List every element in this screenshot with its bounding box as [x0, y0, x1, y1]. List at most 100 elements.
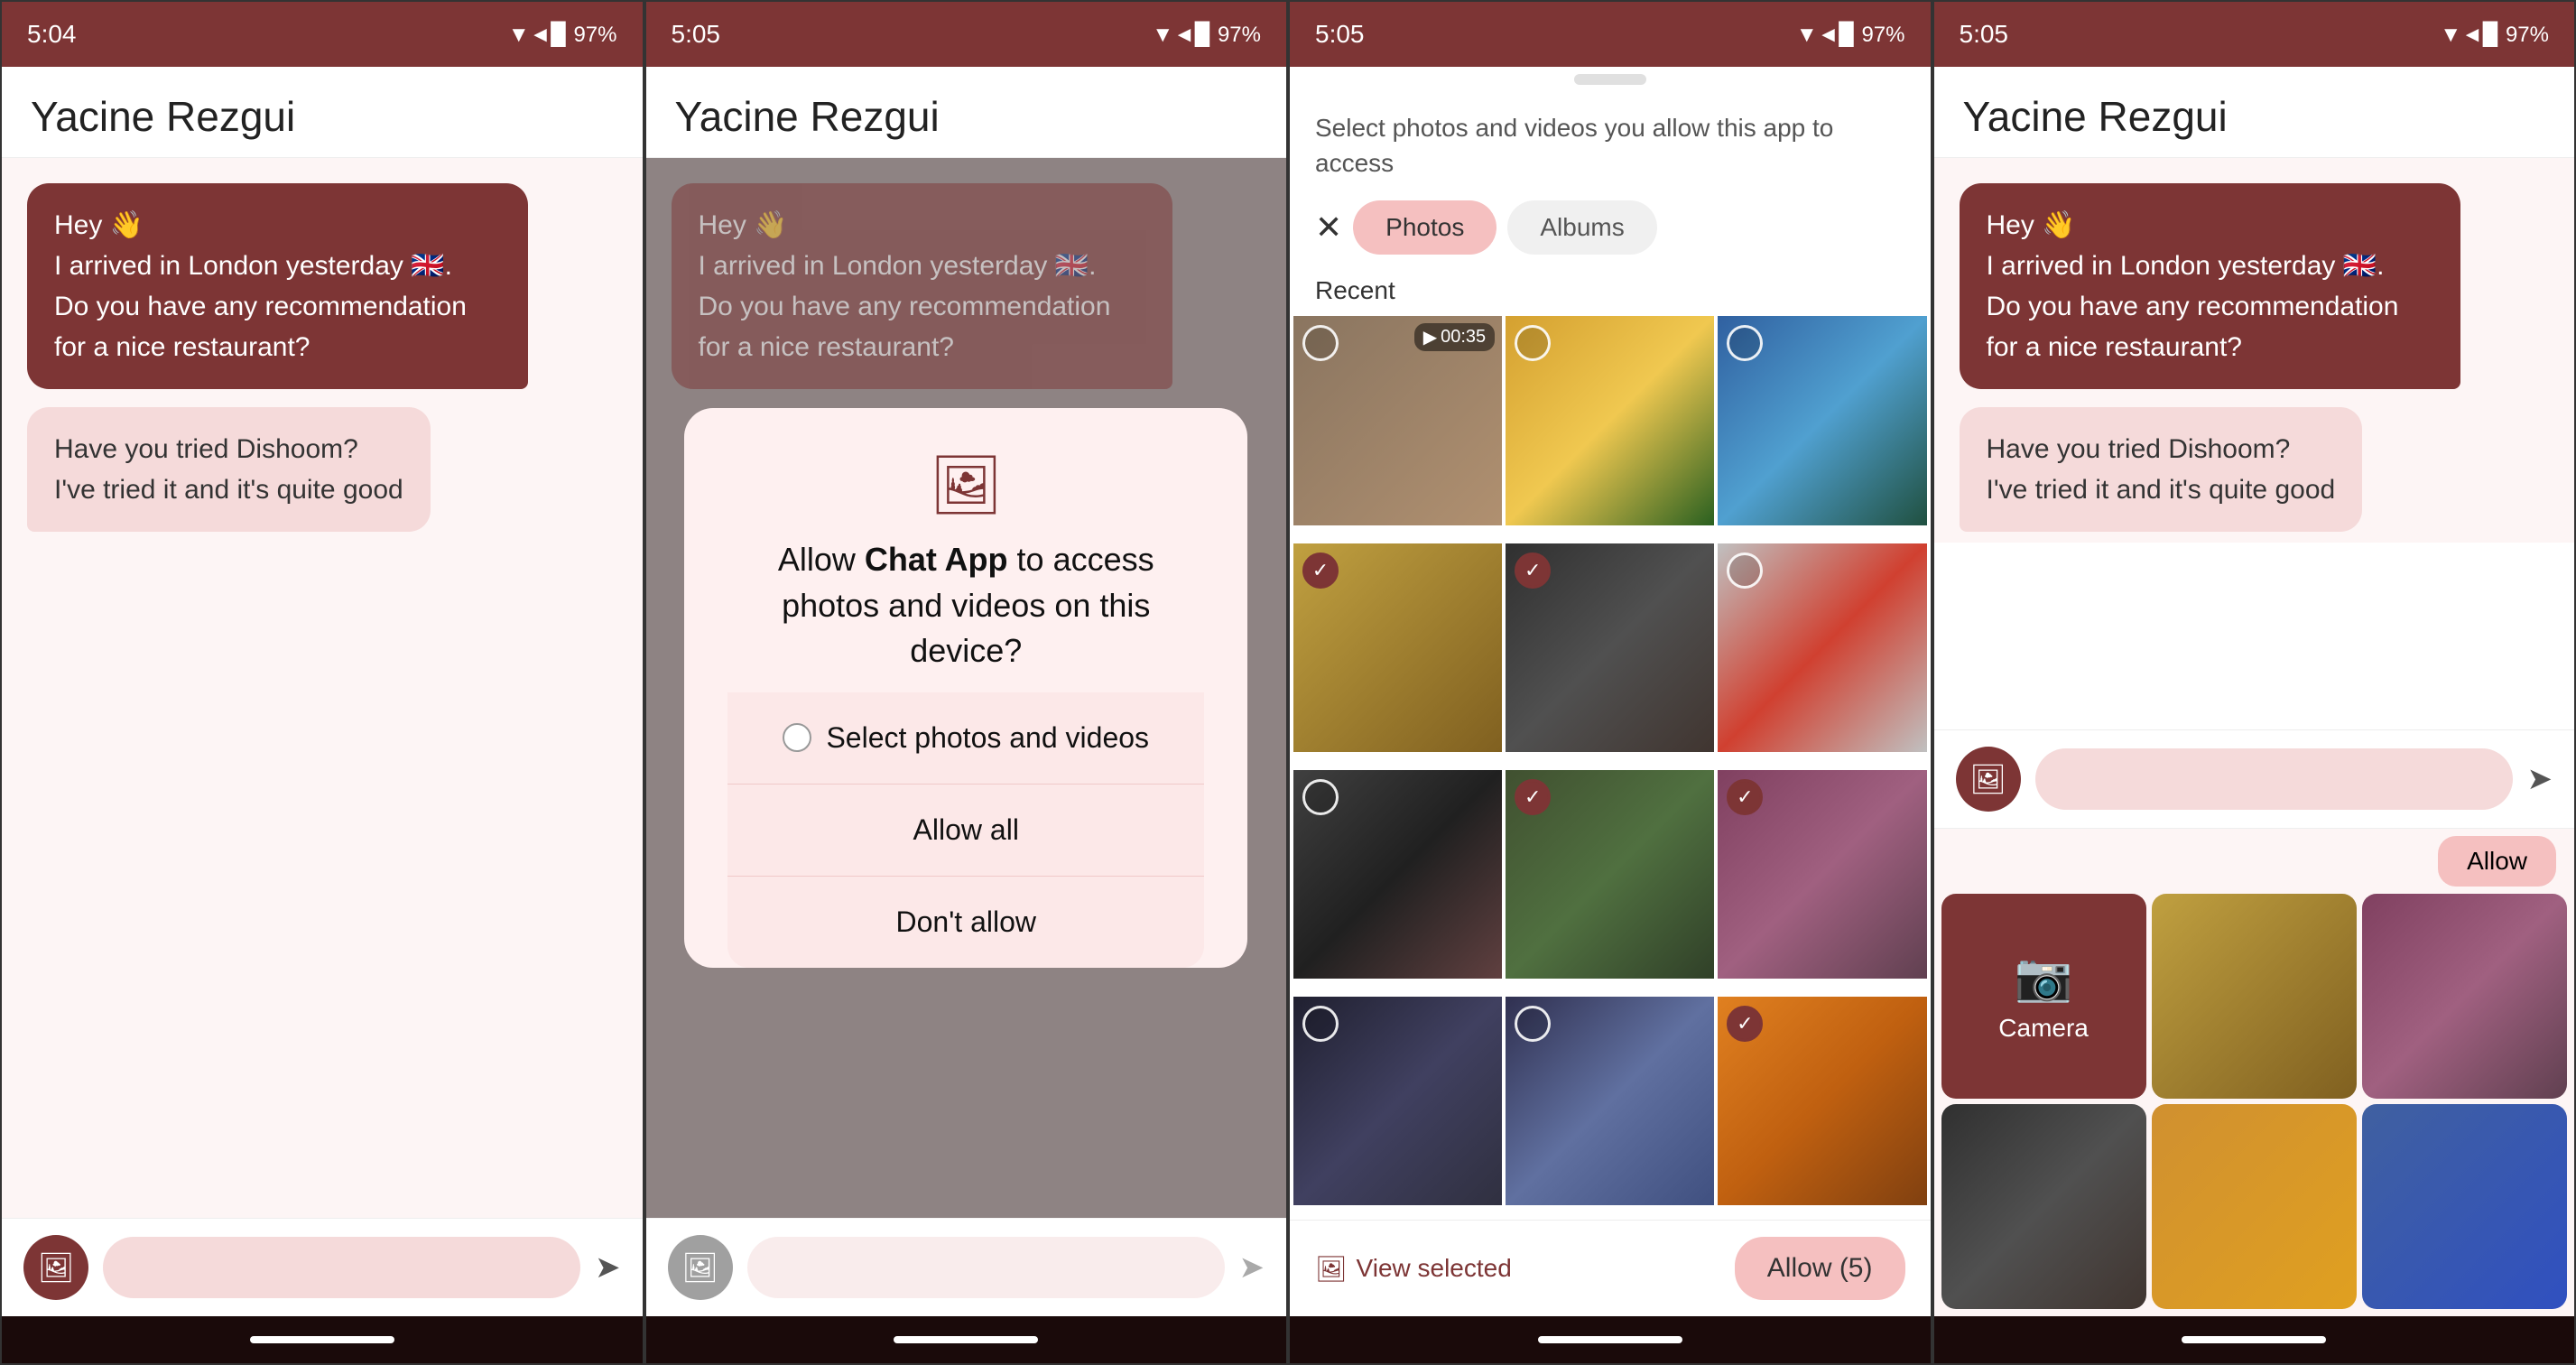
input-bar-4: 🖼 ➤: [1934, 729, 2575, 828]
photo-check-6: [1727, 552, 1763, 589]
time-4: 5:05: [1960, 20, 2009, 49]
input-bar-1: 🖼 ➤: [2, 1218, 643, 1316]
albums-tab[interactable]: Albums: [1507, 200, 1656, 255]
photo-picker: Select photos and videos you allow this …: [1290, 67, 1931, 1316]
photo-check-12: [1727, 1006, 1763, 1042]
photo-cell-8[interactable]: [1506, 770, 1714, 979]
send-button-1[interactable]: ➤: [595, 1249, 621, 1286]
photo-cell-3[interactable]: [1718, 316, 1926, 525]
home-bar-2: [894, 1336, 1038, 1343]
picker-description: Select photos and videos you allow this …: [1290, 92, 1931, 190]
chat-spacer: [1934, 557, 2575, 729]
recent-section-label: Recent: [1290, 269, 1931, 316]
message-input-1[interactable]: [103, 1237, 580, 1298]
picker-bottom: 🖼 View selected Allow (5): [1290, 1220, 1931, 1316]
photo-cell-1[interactable]: ▶ 00:35: [1293, 316, 1502, 525]
allow-count-button[interactable]: Allow (5): [1735, 1237, 1905, 1300]
media-picker-bottom: Allow 📷 Camera: [1934, 828, 2575, 1316]
status-icons-2: ▼◄▉ 97%: [1152, 22, 1261, 48]
message-input-2[interactable]: [747, 1237, 1225, 1298]
photo-cell-2[interactable]: [1506, 316, 1714, 525]
sent-bubble-4: Hey 👋I arrived in London yesterday 🇬🇧.Do…: [1960, 183, 2460, 389]
photo-check-11: [1515, 1006, 1551, 1042]
photo-cell-12[interactable]: [1718, 997, 1926, 1205]
image-icon-1: 🖼: [38, 1250, 75, 1285]
home-indicator-2: [646, 1316, 1287, 1363]
image-icon-2: 🖼: [681, 1250, 718, 1285]
photo-cell-7[interactable]: [1293, 770, 1502, 979]
media-cell-2[interactable]: [2362, 894, 2567, 1099]
send-button-2[interactable]: ➤: [1239, 1249, 1265, 1286]
allow-area: [1934, 543, 2575, 557]
chat-area-4: Hey 👋I arrived in London yesterday 🇬🇧.Do…: [1934, 158, 2575, 543]
photo-cell-11[interactable]: [1506, 997, 1714, 1205]
media-cell-5[interactable]: [2362, 1104, 2567, 1309]
status-bar-3: 5:05 ▼◄▉ 97%: [1290, 2, 1931, 67]
photo-check-9: [1727, 779, 1763, 815]
input-bar-2: 🖼 ➤: [646, 1218, 1287, 1316]
photo-check-1: [1302, 325, 1339, 361]
status-bar-2: 5:05 ▼◄▉ 97%: [646, 2, 1287, 67]
photo-check-8: [1515, 779, 1551, 815]
media-cell-3[interactable]: [1941, 1104, 2146, 1309]
home-indicator-3: [1290, 1316, 1931, 1363]
phone-1: 5:04 ▼◄▉ 97% Yacine Rezgui Hey 👋I arrive…: [0, 0, 644, 1365]
received-bubble-1: Have you tried Dishoom?I've tried it and…: [27, 407, 431, 532]
time-2: 5:05: [672, 20, 721, 49]
phone-2: 5:05 ▼◄▉ 97% Yacine Rezgui Hey 👋I arrive…: [644, 0, 1289, 1365]
photo-check-10: [1302, 1006, 1339, 1042]
phone-3: 5:05 ▼◄▉ 97% Select photos and videos yo…: [1288, 0, 1932, 1365]
photo-check-3: [1727, 325, 1763, 361]
status-icons-1: ▼◄▉ 97%: [508, 22, 617, 48]
chat-header-2: Yacine Rezgui: [646, 67, 1287, 158]
media-grid-4: 📷 Camera: [1934, 887, 2575, 1316]
status-bar-4: 5:05 ▼◄▉ 97%: [1934, 2, 2575, 67]
video-duration: ▶ 00:35: [1414, 323, 1495, 351]
home-indicator-1: [2, 1316, 643, 1363]
overlay-dim-2: Hey 👋I arrived in London yesterday 🇬🇧.Do…: [646, 158, 1287, 1218]
status-bar-1: 5:04 ▼◄▉ 97%: [2, 2, 643, 67]
photo-cell-10[interactable]: [1293, 997, 1502, 1205]
photo-cell-6[interactable]: [1718, 543, 1926, 752]
chat-header-4: Yacine Rezgui: [1934, 67, 2575, 158]
chat-area-1: Hey 👋I arrived in London yesterday 🇬🇧.Do…: [2, 158, 643, 1218]
send-button-4[interactable]: ➤: [2527, 761, 2553, 797]
photo-check-2: [1515, 325, 1551, 361]
photo-check-4: [1302, 552, 1339, 589]
home-bar-1: [250, 1336, 394, 1343]
media-button-2[interactable]: 🖼: [668, 1235, 733, 1300]
home-bar-4: [2182, 1336, 2326, 1343]
bg-sent-bubble-2: Hey 👋I arrived in London yesterday 🇬🇧.Do…: [672, 183, 1172, 389]
phone-4: 5:05 ▼◄▉ 97% Yacine Rezgui Hey 👋I arrive…: [1932, 0, 2576, 1365]
image-icon-4: 🖼: [1969, 762, 2006, 796]
camera-icon: 📷: [2015, 950, 2073, 1005]
media-button-4[interactable]: 🖼: [1956, 747, 2021, 812]
status-icons-4: ▼◄▉ 97%: [2440, 22, 2549, 48]
home-bar-3: [1538, 1336, 1682, 1343]
camera-label: Camera: [1998, 1014, 2089, 1043]
allow-button-4[interactable]: Allow: [2438, 836, 2556, 887]
sent-bubble-1: Hey 👋I arrived in London yesterday 🇬🇧.Do…: [27, 183, 528, 389]
media-cell-4[interactable]: [2152, 1104, 2357, 1309]
status-icons-3: ▼◄▉ 97%: [1796, 22, 1905, 48]
media-button-1[interactable]: 🖼: [23, 1235, 88, 1300]
drag-handle: [1574, 74, 1646, 85]
picker-close-button[interactable]: ✕: [1315, 209, 1342, 246]
time-1: 5:04: [27, 20, 77, 49]
photo-check-5: [1515, 552, 1551, 589]
chat-header-1: Yacine Rezgui: [2, 67, 643, 158]
media-cell-1[interactable]: [2152, 894, 2357, 1099]
photo-grid: ▶ 00:35: [1290, 316, 1931, 1220]
photo-cell-5[interactable]: [1506, 543, 1714, 752]
camera-cell[interactable]: 📷 Camera: [1941, 894, 2146, 1099]
photo-cell-4[interactable]: [1293, 543, 1502, 752]
photo-cell-9[interactable]: [1718, 770, 1926, 979]
photo-check-7: [1302, 779, 1339, 815]
received-bubble-4: Have you tried Dishoom?I've tried it and…: [1960, 407, 2363, 532]
photos-tab[interactable]: Photos: [1353, 200, 1496, 255]
view-selected-icon: 🖼: [1315, 1254, 1348, 1284]
message-input-4[interactable]: [2035, 748, 2513, 810]
picker-tabs: ✕ Photos Albums: [1290, 190, 1931, 269]
view-selected-button[interactable]: 🖼 View selected: [1315, 1254, 1512, 1284]
home-indicator-4: [1934, 1316, 2575, 1363]
